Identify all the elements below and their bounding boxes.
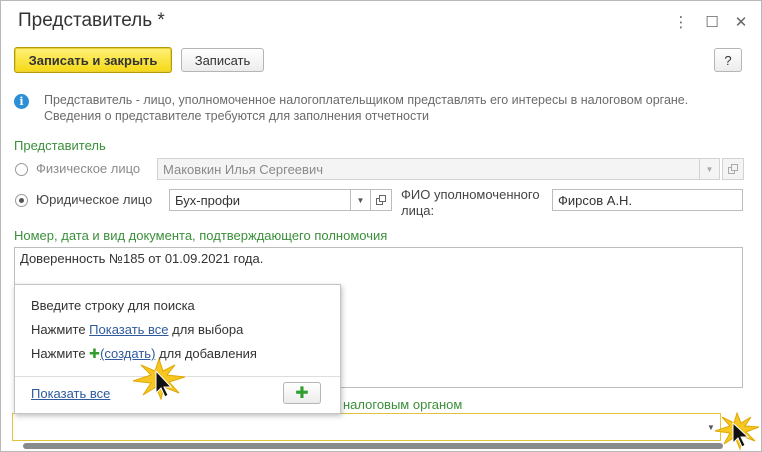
popup-hint-search: Введите строку для поиска <box>31 298 195 313</box>
tax-authority-input[interactable] <box>12 413 721 441</box>
legal-entity-label: Юридическое лицо <box>36 192 153 207</box>
mouse-cursor-icon <box>132 357 186 401</box>
radio-legal-entity[interactable] <box>15 194 28 207</box>
representative-window: Представитель * ⋮ ☐ ✕ Записать и закрыть… <box>0 0 762 452</box>
save-and-close-button[interactable]: Записать и закрыть <box>14 47 172 73</box>
popup-add-button[interactable]: ✚ <box>283 382 321 404</box>
window-title: Представитель * <box>18 10 165 31</box>
popup-show-all-link[interactable]: Показать все <box>31 386 110 401</box>
info-icon: i <box>14 94 29 109</box>
popup-show-all-inline-link[interactable]: Показать все <box>89 322 168 337</box>
authorized-person-input[interactable]: Фирсов А.Н. <box>552 189 743 211</box>
individual-open-icon[interactable] <box>722 158 744 180</box>
individual-label: Физическое лицо <box>36 161 141 176</box>
mouse-cursor-icon-secondary <box>714 411 760 451</box>
maximize-icon[interactable]: ☐ <box>703 13 721 31</box>
more-icon[interactable]: ⋮ <box>672 13 690 31</box>
save-button[interactable]: Записать <box>181 48 264 72</box>
individual-input[interactable]: Маковкин Илья Сергеевич <box>157 158 700 180</box>
plus-icon: ✚ <box>89 346 101 361</box>
authorized-person-label: ФИО уполномоченного лица: <box>401 187 540 218</box>
popup-hint-show-all: Нажмите Показать все для выбора <box>31 322 244 337</box>
legal-entity-dropdown-icon[interactable]: ▼ <box>351 189 371 211</box>
help-button[interactable]: ? <box>714 48 742 72</box>
individual-dropdown-icon[interactable]: ▼ <box>700 158 720 180</box>
legal-entity-input[interactable]: Бух-профи <box>169 189 351 211</box>
horizontal-scrollbar[interactable] <box>23 443 723 449</box>
radio-individual[interactable] <box>15 163 28 176</box>
representative-group-label: Представитель <box>14 138 106 153</box>
legal-entity-open-icon[interactable] <box>370 189 392 211</box>
document-group-label: Номер, дата и вид документа, подтверждаю… <box>14 228 388 243</box>
tax-authority-label: налоговым органом <box>343 397 463 412</box>
info-text: Представитель - лицо, уполномоченное нал… <box>44 93 689 123</box>
close-icon[interactable]: ✕ <box>732 13 750 31</box>
